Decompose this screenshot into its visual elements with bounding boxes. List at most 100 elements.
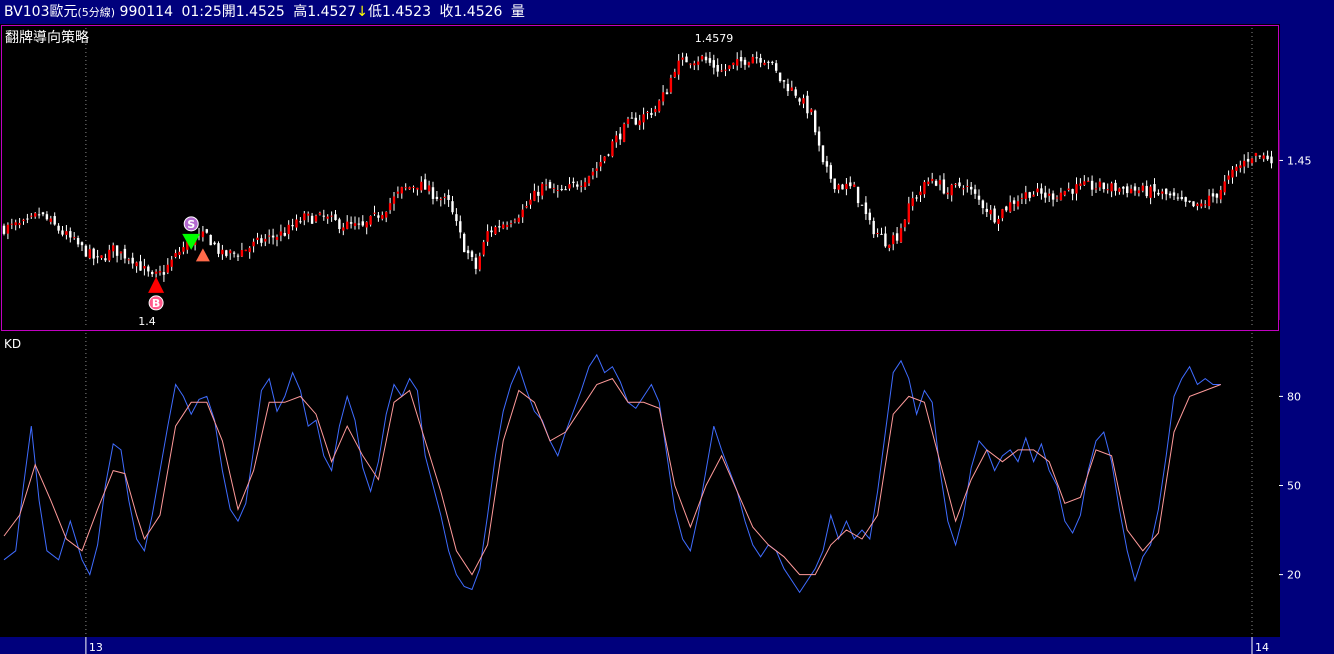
candle-down bbox=[860, 204, 864, 206]
candle-up bbox=[388, 203, 392, 211]
candle-down bbox=[564, 189, 567, 191]
candle-up bbox=[478, 256, 481, 270]
candle-down bbox=[1044, 192, 1047, 198]
candle-down bbox=[225, 250, 228, 256]
candle-down bbox=[1165, 188, 1168, 195]
candle-down bbox=[993, 208, 996, 223]
candle-down bbox=[424, 179, 427, 190]
candle-down bbox=[619, 133, 622, 140]
candle-up bbox=[1137, 190, 1141, 194]
candle-down bbox=[474, 257, 478, 269]
candle-up bbox=[661, 92, 665, 102]
price-panel-border bbox=[1, 25, 1279, 331]
candle-up bbox=[1048, 193, 1051, 196]
candle-up bbox=[100, 255, 103, 259]
candle-up bbox=[416, 187, 419, 190]
candle-down bbox=[162, 272, 166, 275]
candle-down bbox=[1176, 197, 1180, 199]
candle-down bbox=[299, 221, 302, 223]
candle-up bbox=[1254, 153, 1258, 156]
candle-up bbox=[1262, 155, 1265, 159]
candle-down bbox=[377, 215, 380, 218]
candle-down bbox=[1122, 186, 1125, 189]
candle-down bbox=[349, 222, 353, 224]
low-annotation: 1.4 bbox=[138, 315, 156, 328]
price-grid bbox=[85, 28, 1253, 326]
candle-up bbox=[736, 59, 739, 66]
candle-down bbox=[139, 261, 142, 271]
candle-down bbox=[755, 57, 758, 59]
candle-up bbox=[907, 203, 910, 223]
candle-down bbox=[96, 256, 99, 258]
candle-up bbox=[1239, 165, 1242, 168]
candle-up bbox=[802, 98, 805, 104]
candle-down bbox=[310, 215, 314, 224]
candle-up bbox=[954, 183, 957, 185]
candle-up bbox=[10, 223, 13, 225]
time-tick-label: 13 bbox=[89, 641, 103, 654]
candle-down bbox=[217, 243, 220, 254]
candle-up bbox=[603, 156, 606, 162]
candle-up bbox=[154, 271, 158, 274]
candle-down bbox=[115, 245, 119, 256]
candle-up bbox=[927, 181, 930, 185]
candle-down bbox=[41, 212, 45, 215]
candle-down bbox=[970, 186, 973, 190]
candle-up bbox=[1110, 183, 1113, 192]
candle-up bbox=[658, 100, 661, 112]
candle-up bbox=[673, 71, 676, 78]
kd-tick-label: 50 bbox=[1287, 480, 1301, 493]
candle-down bbox=[322, 215, 325, 217]
candle-down bbox=[1180, 197, 1183, 199]
candle-up bbox=[892, 235, 895, 245]
candle-up bbox=[1161, 191, 1164, 194]
price-axis-ticks: 1.45 bbox=[1278, 130, 1312, 320]
candle-up bbox=[502, 224, 505, 229]
candle-down bbox=[123, 248, 127, 259]
candle-down bbox=[767, 61, 770, 63]
candle-down bbox=[435, 196, 439, 199]
candle-up bbox=[876, 232, 879, 234]
candle-down bbox=[794, 89, 797, 96]
candle-up bbox=[556, 190, 559, 192]
candles bbox=[2, 50, 1273, 282]
candle-down bbox=[778, 72, 782, 82]
candle-up bbox=[275, 236, 279, 240]
candle-down bbox=[334, 214, 337, 221]
candle-up bbox=[763, 62, 766, 65]
candle-up bbox=[1063, 191, 1066, 195]
candle-down bbox=[704, 56, 708, 61]
candle-down bbox=[630, 117, 634, 119]
candle-up bbox=[18, 222, 21, 225]
price-panel: BS 翻牌導向策略 1.4579 1.4 1.45 bbox=[1, 25, 1312, 331]
candle-up bbox=[962, 188, 965, 190]
candle-up bbox=[6, 224, 10, 234]
candle-up bbox=[599, 161, 602, 167]
candle-up bbox=[587, 176, 591, 184]
candle-up bbox=[583, 182, 587, 187]
candle-up bbox=[365, 222, 368, 228]
candle-down bbox=[131, 257, 134, 264]
buy-hint-triangle-icon bbox=[195, 248, 210, 262]
candle-up bbox=[505, 224, 509, 228]
candle-up bbox=[408, 187, 411, 190]
candle-up bbox=[541, 183, 544, 196]
candle-up bbox=[669, 77, 673, 93]
candle-up bbox=[568, 184, 571, 189]
candle-up bbox=[521, 209, 524, 218]
kd-panel: KD 80 50 20 bbox=[1, 331, 1301, 636]
candle-down bbox=[817, 131, 821, 146]
buy-signal-label: B bbox=[152, 297, 160, 310]
candle-up bbox=[853, 184, 856, 187]
candle-up bbox=[73, 237, 76, 239]
candle-down bbox=[92, 248, 95, 259]
candle-up bbox=[268, 235, 271, 237]
candle-down bbox=[880, 233, 883, 235]
candle-down bbox=[2, 225, 6, 234]
candle-up bbox=[1129, 188, 1133, 194]
kd-tick-label: 20 bbox=[1287, 569, 1301, 582]
candle-up bbox=[966, 185, 969, 187]
candle-up bbox=[1204, 204, 1207, 206]
candle-down bbox=[665, 92, 669, 95]
candle-up bbox=[1250, 158, 1254, 164]
